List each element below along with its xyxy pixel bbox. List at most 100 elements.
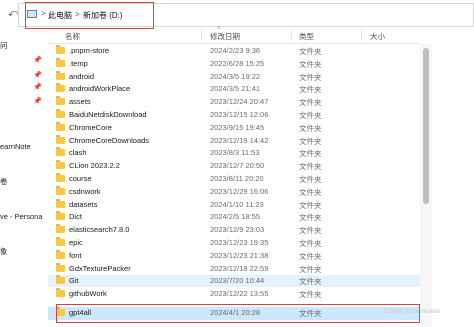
table-row[interactable]: Dict 2024/2/5 18:55 文件夹 — [48, 211, 420, 223]
table-row[interactable]: BaiduNetdiskDownload 2023/12/15 12:06 文件夹 — [48, 109, 420, 121]
pin-icon: 📌 — [33, 98, 42, 105]
file-type: 文件夹 — [299, 226, 322, 236]
file-name: elasticsearch7.8.0 — [69, 225, 130, 235]
file-date: 2023/12/18 22:59 — [210, 263, 269, 273]
file-date: 2024/3/5 19:22 — [210, 71, 261, 81]
table-row[interactable]: androidWorkPlace 2024/3/5 21:41 文件夹 — [48, 83, 420, 95]
file-type: 文件夹 — [299, 264, 322, 274]
navigation-pane: 问 📌 📌 📌 📌 earnNote 卷 ve - Persona 象 — [0, 30, 48, 327]
file-date: 2023/8/11 20:20 — [210, 174, 264, 183]
file-date: 2024/3/5 21:41 — [210, 84, 261, 94]
column-divider[interactable] — [291, 30, 292, 41]
scrollbar-thumb[interactable] — [423, 48, 429, 204]
file-date: 2024/2/5 18:55 — [210, 212, 261, 222]
pin-icon: 📌 — [33, 72, 42, 79]
column-date[interactable]: 修改日期 — [210, 31, 240, 42]
table-row[interactable]: epic 2023/12/23 19:35 文件夹 — [48, 237, 420, 249]
folder-icon — [56, 45, 65, 54]
file-name: ChromeCoreDownloads — [69, 135, 150, 145]
table-row[interactable]: ChromeCoreDownloads 2023/12/19 14:42 文件夹 — [48, 134, 420, 147]
file-type: 文件夹 — [299, 98, 322, 108]
file-name: CLion 2023.2.2 — [69, 161, 120, 171]
file-date: 2023/12/19 14:42 — [210, 135, 269, 145]
column-divider[interactable] — [361, 30, 362, 41]
file-type: 文件夹 — [299, 290, 322, 300]
table-row[interactable]: course 2023/8/11 20:20 文件夹 — [48, 173, 420, 185]
folder-icon — [56, 134, 65, 144]
file-type: 文件夹 — [299, 277, 322, 287]
file-type: 文件夹 — [299, 213, 322, 223]
folder-icon — [56, 83, 65, 93]
column-header: ˄ 名称 修改日期 类型 大小 — [48, 26, 420, 44]
table-row[interactable]: font 2023/12/23 21:38 文件夹 — [48, 249, 420, 262]
file-date: 2023/12/29 16:06 — [210, 186, 269, 196]
file-name: android — [69, 71, 95, 81]
folder-icon — [56, 160, 65, 170]
folder-icon — [56, 275, 65, 285]
file-type: 文件夹 — [299, 111, 322, 120]
table-row[interactable]: csdnwork 2023/12/29 16:06 文件夹 — [48, 185, 420, 198]
file-name: datasets — [69, 199, 98, 209]
file-type: 文件夹 — [299, 162, 322, 172]
file-name: epic — [69, 238, 83, 247]
folder-icon — [56, 249, 65, 259]
address-highlight-box — [25, 2, 154, 29]
table-row[interactable]: githubWork 2023/12/22 13:55 文件夹 — [48, 288, 420, 300]
watermark: CSDN @nanshaws — [384, 308, 441, 315]
folder-icon — [56, 96, 65, 106]
file-name: csdnwork — [69, 186, 101, 196]
table-row[interactable]: clash 2023/8/3 11:53 文件夹 — [48, 147, 420, 159]
table-row[interactable]: CLion 2023.2.2 2023/12/7 20:50 文件夹 — [48, 160, 420, 172]
file-type: 文件夹 — [299, 123, 322, 133]
file-date: 2023/12/15 12:06 — [210, 110, 269, 119]
address-row: ⤺ > 此电脑 > 新加卷 (D:) — [0, 0, 474, 30]
file-name: course — [69, 174, 92, 183]
file-date: 2023/12/23 19:35 — [210, 238, 269, 247]
file-date: 2023/12/23 21:38 — [210, 250, 269, 260]
table-row[interactable]: ChromeCore 2023/9/15 19:45 文件夹 — [48, 121, 420, 134]
pin-icon: 📌 — [33, 84, 42, 91]
file-name: clash — [69, 148, 87, 158]
folder-icon — [56, 70, 65, 80]
file-name: Dict — [69, 212, 82, 222]
column-size[interactable]: 大小 — [370, 31, 385, 42]
file-date: 2023/12/9 23:03 — [210, 225, 265, 235]
file-name: font — [69, 250, 82, 260]
file-date: 2024/2/23 9:36 — [210, 46, 261, 55]
nav-item[interactable]: 问 — [0, 40, 8, 51]
table-row[interactable]: .temp 2022/6/28 15:25 文件夹 — [48, 57, 420, 70]
table-row[interactable]: android 2024/3/5 19:22 文件夹 — [48, 70, 420, 83]
table-row[interactable]: GdxTexturePacker 2023/12/18 22:59 文件夹 — [48, 262, 420, 275]
table-row[interactable]: elasticsearch7.8.0 2023/12/9 23:03 文件夹 — [48, 224, 420, 236]
nav-item[interactable]: ve - Persona — [0, 212, 43, 221]
file-date: 2022/6/28 15:25 — [210, 58, 265, 68]
file-type: 文件夹 — [299, 149, 322, 159]
file-name: BaiduNetdiskDownload — [69, 110, 147, 119]
file-date: 2023/12/24 20:47 — [210, 97, 269, 107]
file-date: 2024/1/10 11:23 — [210, 199, 264, 209]
file-type: 文件夹 — [299, 175, 322, 184]
file-type: 文件夹 — [299, 47, 322, 56]
file-type: 文件夹 — [299, 200, 322, 210]
column-type[interactable]: 类型 — [299, 31, 314, 42]
vertical-scrollbar[interactable] — [420, 44, 432, 327]
nav-item[interactable]: 卷 — [0, 176, 8, 187]
file-type: 文件夹 — [299, 59, 322, 69]
table-row[interactable]: datasets 2024/1/10 11:23 文件夹 — [48, 198, 420, 211]
file-date: 2023/12/7 20:50 — [210, 161, 265, 171]
file-type: 文件夹 — [299, 239, 322, 248]
table-row[interactable]: .pnpm-store 2024/2/23 9:36 文件夹 — [48, 45, 420, 57]
nav-item[interactable]: 象 — [0, 246, 8, 257]
file-type: 文件夹 — [299, 187, 322, 197]
file-name: .temp — [69, 58, 88, 68]
file-date: 2023/8/3 11:53 — [210, 148, 260, 158]
folder-icon — [56, 237, 65, 246]
column-name[interactable]: 名称 — [65, 31, 80, 42]
folder-icon — [56, 211, 65, 221]
nav-item[interactable]: earnNote — [0, 142, 31, 151]
file-type: 文件夹 — [299, 251, 322, 261]
table-row[interactable]: Git 2023/7/20 10:44 文件夹 — [48, 275, 420, 288]
table-row[interactable]: assets 2023/12/24 20:47 文件夹 — [48, 96, 420, 108]
file-name: .pnpm-store — [69, 46, 110, 55]
column-divider[interactable] — [201, 30, 202, 41]
